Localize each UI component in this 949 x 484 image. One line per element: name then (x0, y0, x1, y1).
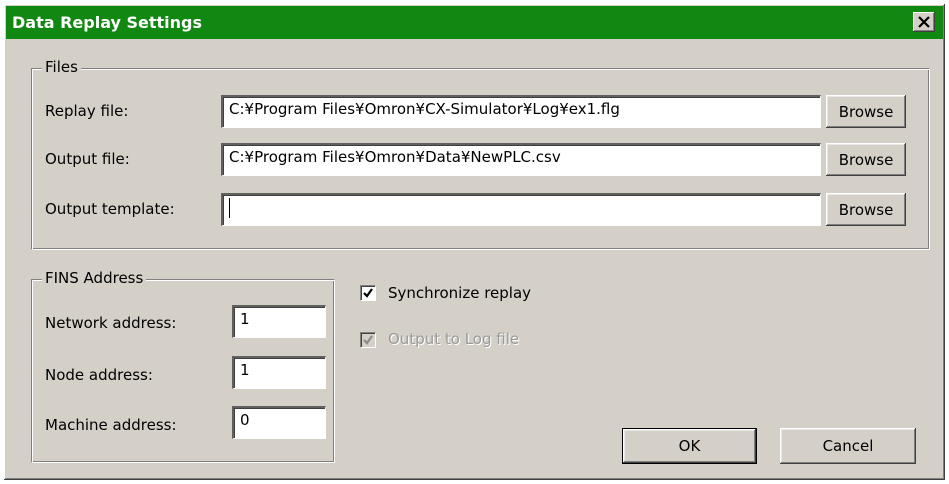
replay-file-input[interactable]: C:¥Program Files¥Omron¥CX-Simulator¥Log¥… (221, 95, 821, 128)
output-template-label: Output template: (45, 200, 175, 218)
output-file-label: Output file: (45, 150, 130, 168)
checkmark-icon (363, 288, 373, 298)
output-file-input[interactable]: C:¥Program Files¥Omron¥Data¥NewPLC.csv (221, 143, 821, 176)
output-to-log-checkbox[interactable] (360, 332, 376, 348)
close-button[interactable] (913, 12, 935, 32)
machine-address-input[interactable]: 0 (232, 406, 326, 439)
synchronize-replay-checkbox[interactable] (360, 285, 376, 301)
replay-file-label: Replay file: (45, 102, 129, 120)
output-browse-button[interactable]: Browse (826, 143, 906, 176)
text-caret (229, 198, 230, 218)
machine-address-label: Machine address: (45, 416, 177, 434)
template-browse-button[interactable]: Browse (826, 193, 906, 226)
files-group-legend: Files (42, 58, 81, 76)
fins-group-legend: FINS Address (42, 269, 147, 287)
node-address-label: Node address: (45, 366, 153, 384)
replay-browse-button[interactable]: Browse (826, 95, 906, 128)
close-icon (918, 16, 930, 28)
output-to-log-label: Output to Log file (388, 330, 520, 348)
checkmark-icon (363, 335, 373, 345)
window-title: Data Replay Settings (12, 13, 203, 32)
node-address-input[interactable]: 1 (232, 356, 326, 389)
synchronize-replay-label[interactable]: Synchronize replay (388, 284, 531, 302)
network-address-input[interactable]: 1 (232, 305, 326, 338)
cancel-button[interactable]: Cancel (780, 428, 916, 464)
title-bar[interactable]: Data Replay Settings (6, 6, 943, 39)
output-template-input[interactable] (221, 193, 821, 226)
ok-button[interactable]: OK (622, 428, 757, 464)
network-address-label: Network address: (45, 314, 177, 332)
